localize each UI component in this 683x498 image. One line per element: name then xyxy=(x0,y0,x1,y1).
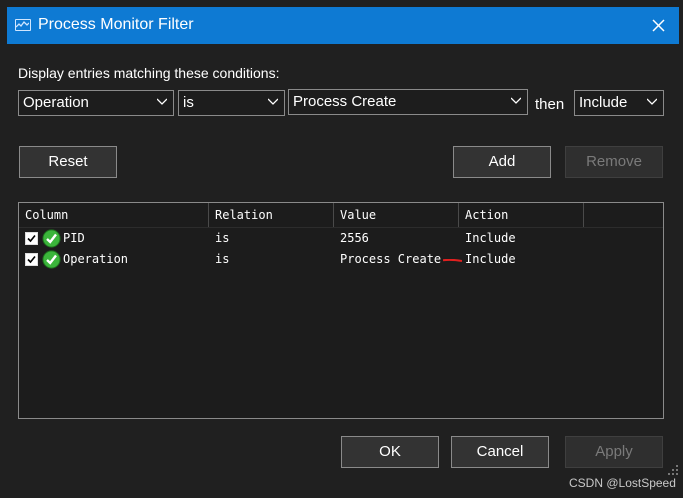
relation-select[interactable]: is xyxy=(178,90,285,116)
cancel-button[interactable]: Cancel xyxy=(451,436,549,468)
title-bar[interactable]: Process Monitor Filter xyxy=(7,7,679,44)
close-button[interactable] xyxy=(647,14,669,36)
row-action: Include xyxy=(465,231,516,245)
action-select-value: Include xyxy=(579,94,628,111)
row-relation: is xyxy=(215,231,230,245)
row-value: Process Create xyxy=(340,252,442,266)
process-monitor-icon xyxy=(15,19,31,31)
column-header-value[interactable]: Value xyxy=(334,203,459,227)
column-select-value: Operation xyxy=(23,94,89,111)
row-column: PID xyxy=(63,231,85,245)
list-header: Column Relation Value Action xyxy=(19,203,663,228)
chevron-down-icon xyxy=(157,98,167,105)
add-button[interactable]: Add xyxy=(453,146,551,178)
watermark: CSDN @LostSpeed xyxy=(569,476,676,490)
row-column: Operation xyxy=(63,252,129,266)
annotation-mark xyxy=(443,259,462,262)
close-icon xyxy=(651,18,665,32)
check-circle-icon xyxy=(42,229,61,248)
check-circle-icon xyxy=(42,250,61,269)
filter-list[interactable]: Column Relation Value Action PID is 2556… xyxy=(18,202,664,419)
chevron-down-icon xyxy=(511,97,521,104)
conditions-label: Display entries matching these condition… xyxy=(18,65,280,81)
action-select[interactable]: Include xyxy=(574,90,664,116)
relation-select-value: is xyxy=(183,94,194,111)
value-combo-text: Process Create xyxy=(293,93,397,110)
then-label: then xyxy=(535,96,565,113)
chevron-down-icon xyxy=(647,98,657,105)
apply-button[interactable]: Apply xyxy=(565,436,663,468)
column-header-action[interactable]: Action xyxy=(459,203,584,227)
column-select[interactable]: Operation xyxy=(18,90,174,116)
filter-dialog: Process Monitor Filter Display entries m… xyxy=(0,0,683,498)
row-value: 2556 xyxy=(340,231,369,245)
reset-button[interactable]: Reset xyxy=(19,146,117,178)
column-header-column[interactable]: Column xyxy=(19,203,209,227)
window-title: Process Monitor Filter xyxy=(38,16,194,33)
remove-button[interactable]: Remove xyxy=(565,146,663,178)
ok-button[interactable]: OK xyxy=(341,436,439,468)
row-relation: is xyxy=(215,252,230,266)
list-row[interactable]: Operation is Process Create Include xyxy=(19,249,663,270)
chevron-down-icon xyxy=(268,98,278,105)
resize-grip-icon[interactable] xyxy=(667,464,679,476)
row-action: Include xyxy=(465,252,516,266)
column-header-relation[interactable]: Relation xyxy=(209,203,334,227)
value-combo[interactable]: Process Create xyxy=(288,89,528,115)
list-row[interactable]: PID is 2556 Include xyxy=(19,228,663,249)
row-checkbox[interactable] xyxy=(25,232,38,245)
row-checkbox[interactable] xyxy=(25,253,38,266)
